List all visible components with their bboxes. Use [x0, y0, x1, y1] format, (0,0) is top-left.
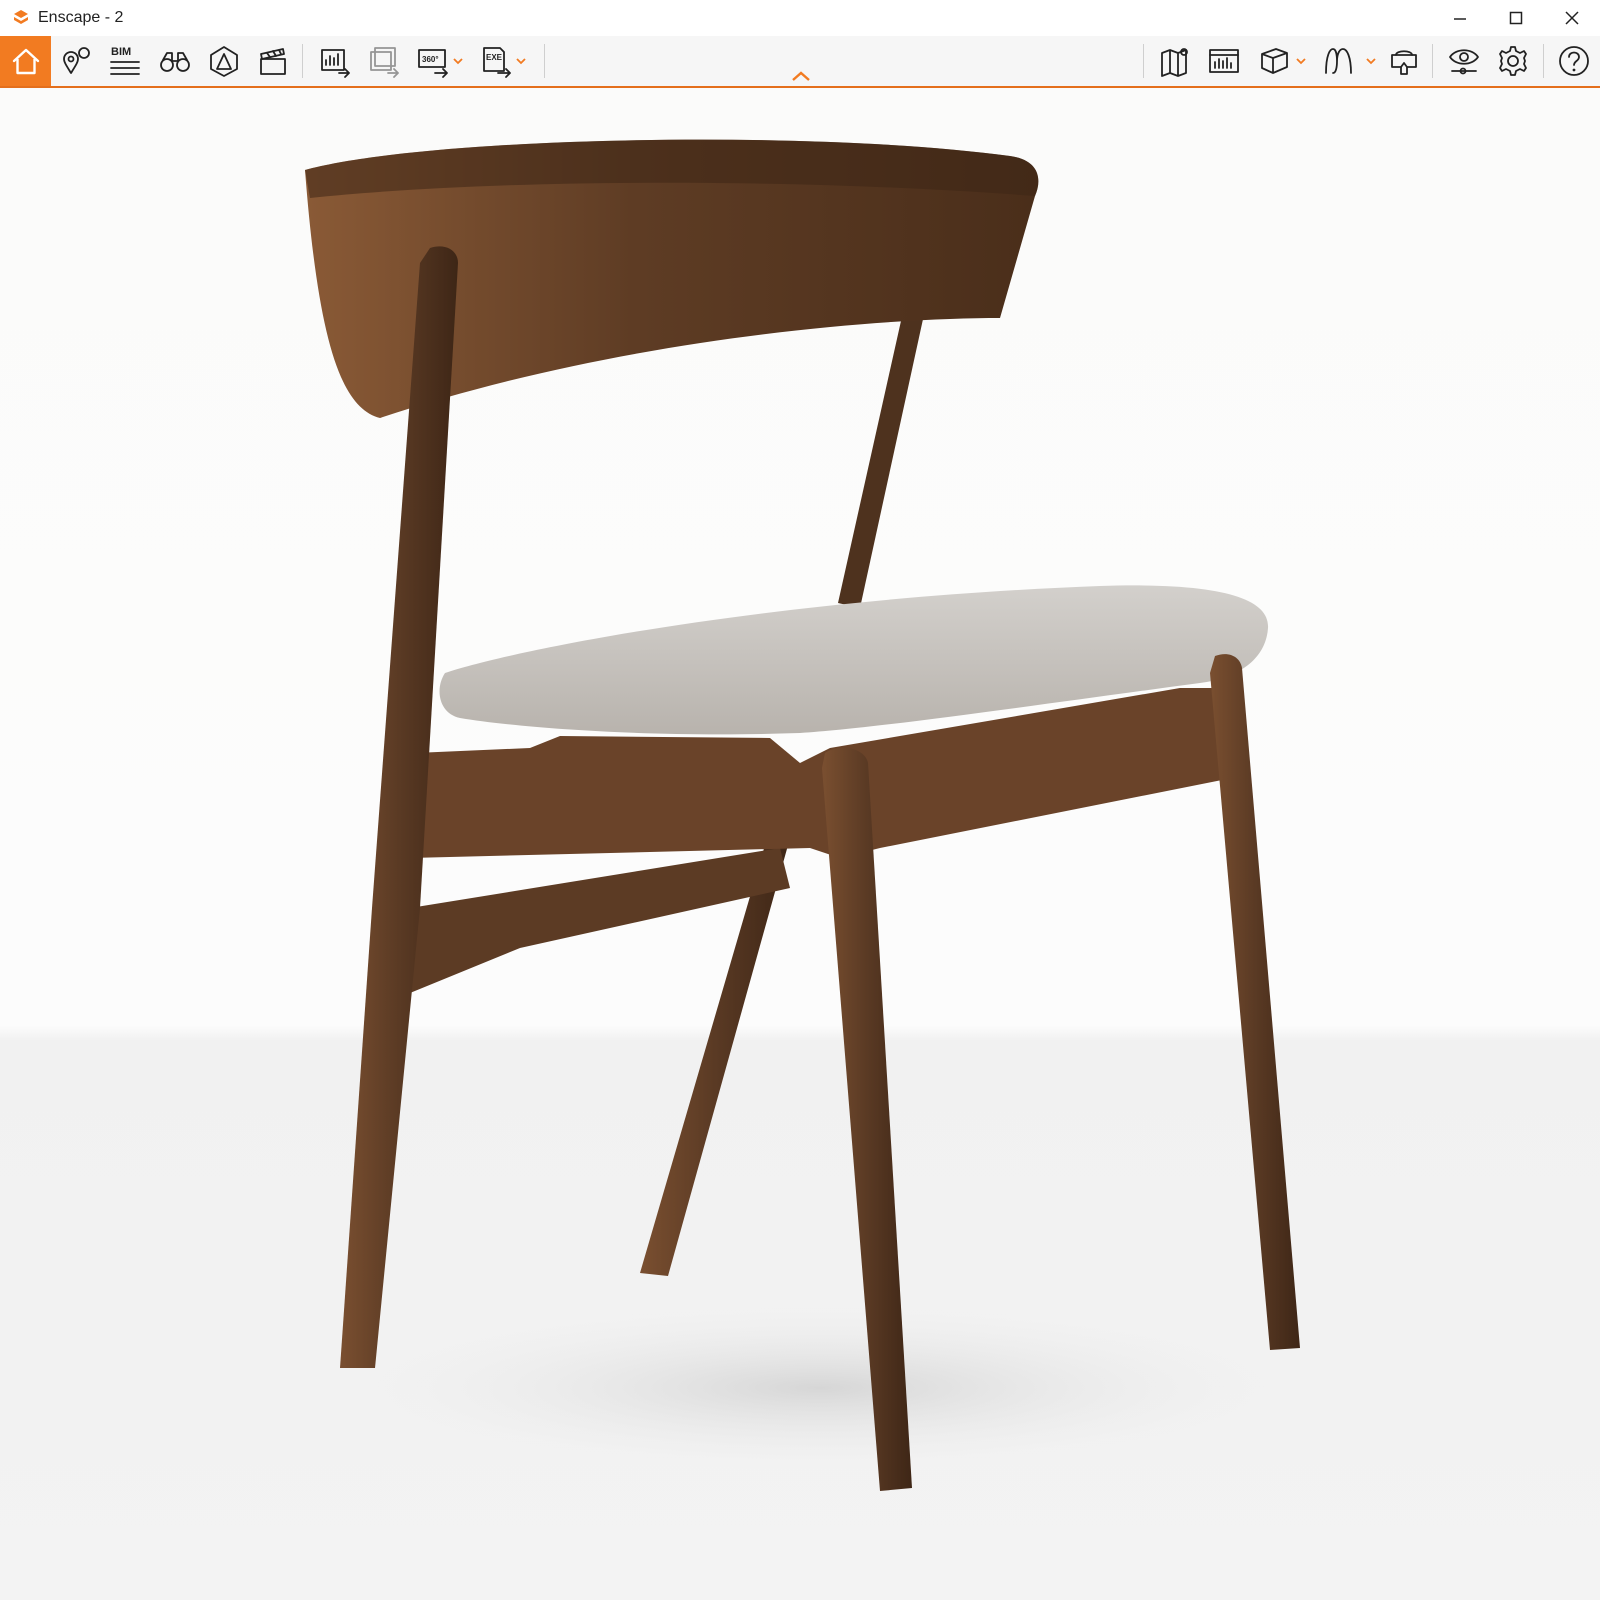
video-editor-button[interactable]: [250, 36, 296, 86]
svg-text:360°: 360°: [422, 55, 439, 64]
toolbar-separator: [302, 44, 303, 78]
chevron-down-icon: [1366, 58, 1376, 65]
close-icon: [1565, 11, 1579, 25]
maximize-button[interactable]: [1488, 0, 1544, 36]
exe-export-dropdown[interactable]: [514, 36, 528, 86]
toolbar-separator: [1432, 44, 1433, 78]
view-management-button[interactable]: [1201, 36, 1247, 86]
cube-button[interactable]: [1251, 36, 1297, 86]
exe-export-icon: EXE: [483, 47, 511, 78]
map-pin-icon: [63, 47, 90, 74]
panorama-button[interactable]: 360°: [410, 36, 456, 86]
visual-settings-button[interactable]: [1441, 36, 1487, 86]
cube-dropdown[interactable]: [1294, 36, 1308, 86]
vr-headset-icon: [1391, 50, 1417, 75]
binoculars-button[interactable]: [152, 36, 198, 86]
toolbar-separator: [1143, 44, 1144, 78]
view-management-icon: [1209, 49, 1239, 73]
enscape-logo-icon: [14, 10, 28, 24]
asset-library-button[interactable]: [201, 36, 247, 86]
collapse-toolbar-toggle[interactable]: [790, 68, 812, 84]
toolbar-separator: [1543, 44, 1544, 78]
vr-headset-button[interactable]: [1381, 36, 1427, 86]
window-title: Enscape - 2: [38, 9, 124, 26]
toolbar-separator: [544, 44, 545, 78]
slideshow-button[interactable]: [1316, 36, 1362, 86]
panorama-dropdown[interactable]: [451, 36, 465, 86]
chevron-up-icon: [792, 71, 810, 81]
minimize-icon: [1454, 18, 1466, 20]
help-button[interactable]: [1551, 36, 1597, 86]
chevron-down-icon: [516, 58, 526, 65]
asset-library-icon: [210, 46, 238, 77]
chevron-down-icon: [1296, 58, 1306, 65]
batch-export-button[interactable]: [361, 36, 407, 86]
map-icon: [1161, 48, 1188, 77]
svg-text:BIM: BIM: [111, 46, 131, 58]
chair-render: [300, 139, 1340, 1491]
back-support-right: [838, 303, 925, 608]
bim-button[interactable]: BIM: [102, 36, 148, 86]
render-viewport[interactable]: [0, 88, 1600, 1600]
minimize-button[interactable]: [1432, 0, 1488, 36]
gear-icon: [1499, 46, 1527, 76]
title-bar: Enscape - 2: [0, 0, 1600, 36]
chevron-down-icon: [453, 58, 463, 65]
map-pin-button[interactable]: [53, 36, 99, 86]
binoculars-icon: [160, 52, 190, 72]
floor-shadow: [300, 1298, 1340, 1478]
svg-text:EXE: EXE: [486, 53, 503, 62]
map-button[interactable]: [1152, 36, 1198, 86]
settings-button[interactable]: [1490, 36, 1536, 86]
maximize-icon: [1509, 11, 1523, 25]
export-image-icon: [321, 49, 350, 78]
slideshow-dropdown[interactable]: [1364, 36, 1378, 86]
exe-export-button[interactable]: EXE: [473, 36, 519, 86]
clapperboard-icon: [260, 48, 286, 75]
slideshow-icon: [1325, 48, 1352, 74]
bim-icon: BIM: [110, 46, 140, 75]
window-controls: [1432, 0, 1600, 36]
cube-icon: [1261, 48, 1288, 74]
home-button[interactable]: [0, 36, 51, 86]
visual-settings-icon: [1449, 49, 1479, 75]
close-button[interactable]: [1544, 0, 1600, 36]
export-image-button[interactable]: [312, 36, 358, 86]
batch-export-icon: [370, 47, 399, 78]
rear-right-leg: [1210, 654, 1300, 1350]
help-icon: [1559, 46, 1589, 76]
panorama-360-icon: 360°: [418, 49, 448, 78]
home-icon: [12, 48, 39, 75]
